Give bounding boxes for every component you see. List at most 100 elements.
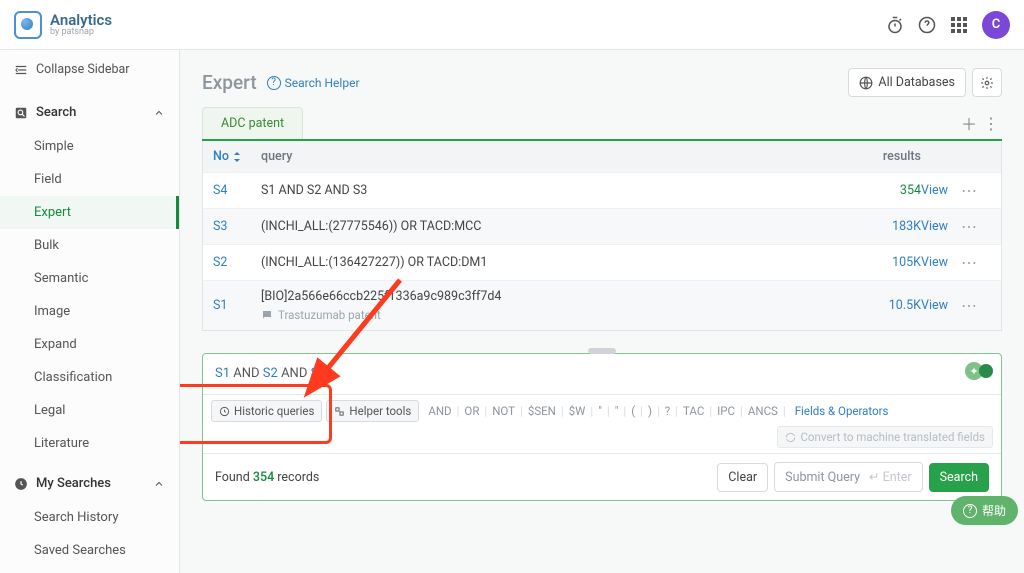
sidebar-item-search-history[interactable]: Search History	[0, 501, 179, 534]
view-link[interactable]: View	[921, 183, 961, 198]
collapse-icon	[14, 63, 28, 77]
sidebar-head-mysearches[interactable]: My Searches	[0, 466, 179, 501]
token-ancs[interactable]: ANCS	[743, 402, 783, 420]
all-databases-label: All Databases	[878, 75, 955, 90]
refresh-icon	[785, 432, 796, 443]
cell-results: 105K	[851, 255, 921, 270]
chevron-up-icon	[153, 478, 165, 490]
results-table: No query results S4S1 AND S2 AND S3354Vi…	[202, 141, 1002, 331]
tools-icon	[334, 406, 345, 417]
row-more-button[interactable]: ⋯	[961, 253, 991, 272]
add-tab-button[interactable]: ＋	[958, 112, 980, 134]
cell-no[interactable]: S1	[213, 298, 261, 313]
collapse-sidebar[interactable]: Collapse Sidebar	[0, 50, 179, 89]
query-note: Trastuzumab patent	[261, 308, 851, 322]
brand-byline: by patsnap	[50, 28, 112, 37]
view-link[interactable]: View	[921, 219, 961, 234]
brand[interactable]: Analytics by patsnap	[14, 11, 112, 39]
page-title: Expert	[202, 71, 257, 94]
cell-results: 10.5K	[851, 298, 921, 313]
token-ipc[interactable]: IPC	[712, 402, 740, 420]
submit-query-button[interactable]: Submit Query ↵ Enter	[774, 462, 922, 492]
convert-button[interactable]: Convert to machine translated fields	[777, 426, 993, 448]
token-[interactable]: )	[643, 402, 657, 420]
token-[interactable]: ?	[660, 402, 675, 420]
table-row: S3(INCHI_ALL:(27775546)) OR TACD:MCC183K…	[203, 209, 1001, 245]
search-section-label: Search	[36, 105, 76, 120]
sidebar: Collapse Sidebar Search SimpleFieldExper…	[0, 50, 180, 573]
help-circle-icon: ?	[267, 76, 281, 90]
help-icon[interactable]	[918, 16, 936, 34]
token-and[interactable]: AND	[423, 402, 456, 420]
help-pill-icon: ?	[963, 504, 977, 518]
sidebar-item-classification[interactable]: Classification	[0, 361, 179, 394]
search-button[interactable]: Search	[929, 463, 989, 492]
token-[interactable]: "	[610, 402, 624, 420]
cell-no[interactable]: S2	[213, 255, 261, 270]
view-link[interactable]: View	[921, 298, 961, 313]
token-[interactable]: (	[626, 402, 640, 420]
col-no[interactable]: No	[213, 149, 261, 164]
table-header: No query results	[203, 141, 1001, 173]
cell-query: (INCHI_ALL:(27775546)) OR TACD:MCC	[261, 219, 851, 234]
tab-adc-patent[interactable]: ADC patent	[202, 107, 303, 139]
cell-query: (INCHI_ALL:(136427227)) OR TACD:DM1	[261, 255, 851, 270]
query-footer: Found 354 records Clear Submit Query ↵ E…	[203, 453, 1001, 500]
row-more-button[interactable]: ⋯	[961, 217, 991, 236]
row-more-button[interactable]: ⋯	[961, 296, 991, 315]
token-sen[interactable]: $SEN	[523, 402, 561, 420]
query-box: S1 AND S2 AND S3 ✦ Historic queries Help…	[202, 353, 1002, 501]
stopwatch-icon[interactable]	[886, 16, 904, 34]
token-w[interactable]: $W	[564, 402, 591, 420]
settings-button[interactable]	[972, 68, 1002, 97]
all-databases-button[interactable]: All Databases	[848, 68, 966, 97]
query-badge[interactable]: ✦	[965, 362, 993, 380]
cell-results: 183K	[851, 219, 921, 234]
found-records: Found 354 records	[215, 470, 319, 485]
cell-no[interactable]: S3	[213, 219, 261, 234]
cell-no[interactable]: S4	[213, 183, 261, 198]
sidebar-item-saved-searches[interactable]: Saved Searches	[0, 534, 179, 567]
brand-icon	[14, 11, 42, 39]
fields-operators-link[interactable]: Fields & Operators	[790, 402, 894, 420]
history-icon	[219, 406, 230, 417]
mysearches-label: My Searches	[36, 476, 111, 491]
cell-query: [BIO]2a566e66ccb225f1336a9c989c3ff7d4Tra…	[261, 289, 851, 322]
sidebar-head-search[interactable]: Search	[0, 95, 179, 130]
sort-icon	[233, 152, 241, 162]
tab-more-button[interactable]: ⋮	[980, 112, 1002, 134]
sidebar-item-field[interactable]: Field	[0, 163, 179, 196]
cell-results: 354	[851, 183, 921, 198]
view-link[interactable]: View	[921, 255, 961, 270]
table-row: S4S1 AND S2 AND S3354View⋯	[203, 173, 1001, 209]
historic-queries-button[interactable]: Historic queries	[211, 400, 322, 422]
sidebar-item-image[interactable]: Image	[0, 295, 179, 328]
cell-query: S1 AND S2 AND S3	[261, 183, 851, 198]
sidebar-item-bulk[interactable]: Bulk	[0, 229, 179, 262]
collapse-label: Collapse Sidebar	[36, 62, 130, 77]
token-or[interactable]: OR	[459, 402, 484, 420]
token-not[interactable]: NOT	[487, 402, 520, 420]
globe-icon	[859, 76, 873, 90]
token-[interactable]: "	[593, 402, 607, 420]
search-section-icon	[14, 106, 28, 120]
avatar[interactable]: C	[982, 11, 1010, 39]
token-tac[interactable]: TAC	[678, 402, 709, 420]
sidebar-item-semantic[interactable]: Semantic	[0, 262, 179, 295]
help-pill[interactable]: ? 帮助	[951, 496, 1018, 525]
row-more-button[interactable]: ⋯	[961, 181, 991, 200]
brand-name: Analytics	[50, 13, 112, 28]
sidebar-item-legal[interactable]: Legal	[0, 394, 179, 427]
search-helper-link[interactable]: ? Search Helper	[267, 76, 360, 90]
clear-button[interactable]: Clear	[717, 463, 768, 492]
sidebar-item-expert[interactable]: Expert	[0, 196, 179, 229]
query-input[interactable]: S1 AND S2 AND S3 ✦	[203, 354, 1001, 394]
sidebar-item-literature[interactable]: Literature	[0, 427, 179, 460]
apps-icon[interactable]	[950, 16, 968, 34]
sidebar-item-simple[interactable]: Simple	[0, 130, 179, 163]
query-toolbar: Historic queries Helper tools AND|OR|NOT…	[203, 394, 1001, 453]
clock-icon	[14, 477, 28, 491]
sidebar-item-expand[interactable]: Expand	[0, 328, 179, 361]
table-row: S2(INCHI_ALL:(136427227)) OR TACD:DM1105…	[203, 245, 1001, 281]
helper-tools-button[interactable]: Helper tools	[326, 400, 419, 422]
